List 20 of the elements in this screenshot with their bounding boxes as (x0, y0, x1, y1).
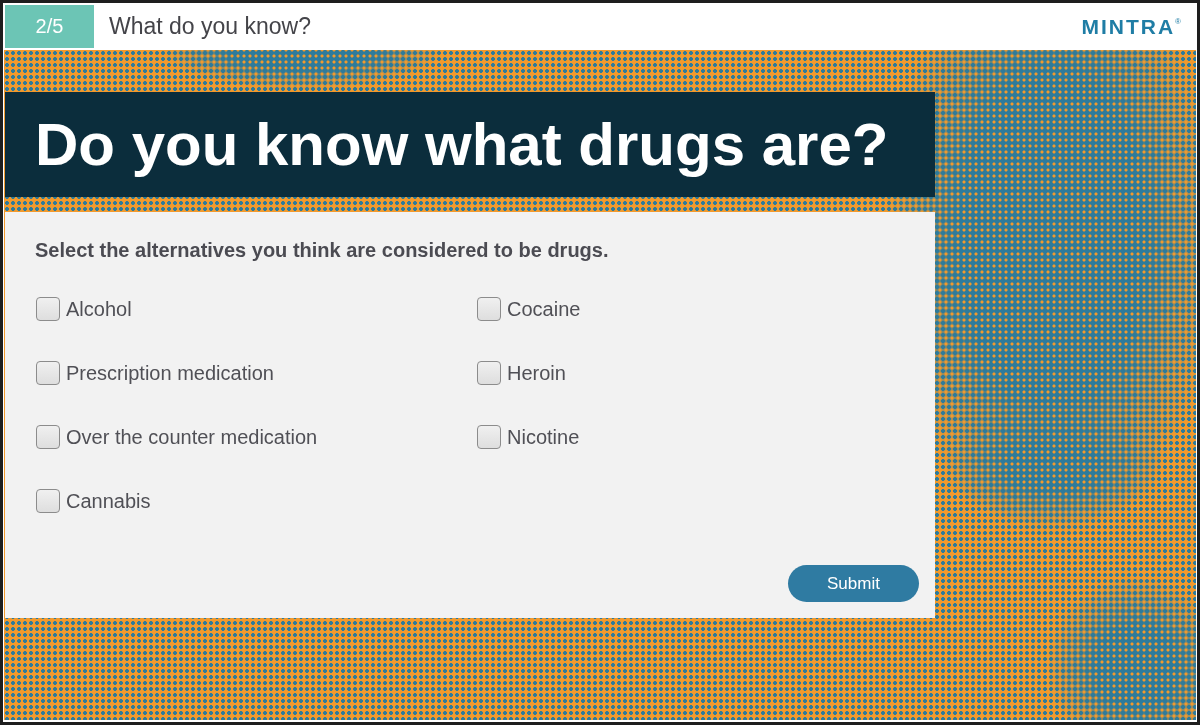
checkbox[interactable] (477, 425, 501, 449)
submit-button[interactable]: Submit (788, 565, 919, 602)
checkbox[interactable] (36, 489, 60, 513)
option-label[interactable]: Prescription medication (66, 361, 274, 385)
checkbox[interactable] (36, 361, 60, 385)
checkbox[interactable] (477, 361, 501, 385)
option-label[interactable]: Heroin (507, 361, 566, 385)
checkbox[interactable] (36, 297, 60, 321)
instruction-text: Select the alternatives you think are considered to be drugs. (35, 239, 610, 262)
slide-counter: 2/5 (5, 5, 94, 48)
question-heading: Do you know what drugs are? (35, 110, 889, 179)
checkbox[interactable] (36, 425, 60, 449)
option-label[interactable]: Cannabis (66, 489, 151, 513)
option-label[interactable]: Nicotine (507, 425, 580, 449)
checkbox[interactable] (477, 297, 501, 321)
logo: MINTRA$^{®}$ (1081, 14, 1181, 39)
option-label[interactable]: Cocaine (507, 297, 581, 321)
option-label[interactable]: Over the counter medication (66, 425, 318, 449)
slide-title: What do you know? (109, 13, 311, 40)
option-label[interactable]: Alcohol (66, 297, 132, 321)
